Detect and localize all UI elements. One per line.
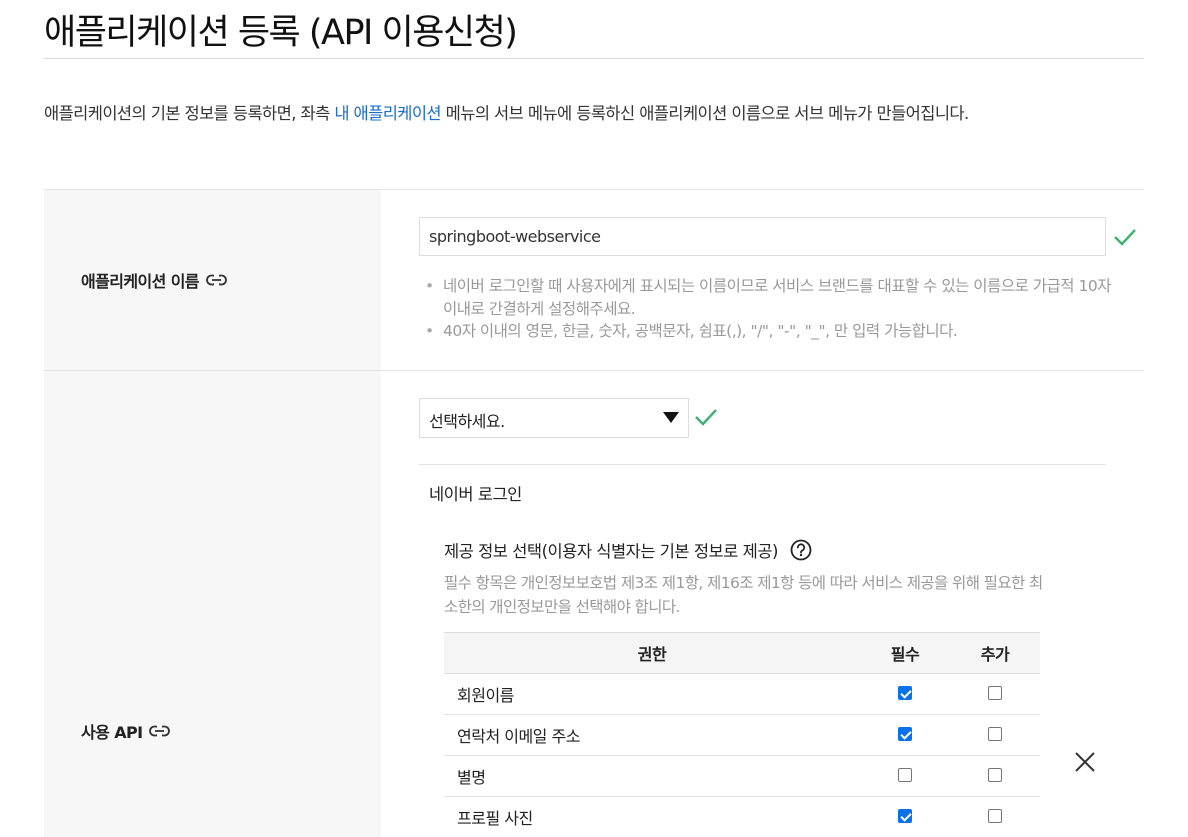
header-required: 필수 <box>890 645 920 664</box>
header-permission: 권한 <box>637 645 667 664</box>
link-icon[interactable] <box>206 274 227 286</box>
link-icon[interactable] <box>149 725 171 737</box>
permission-name: 별명 <box>444 755 860 797</box>
provision-title: 제공 정보 선택(이용자 식별자는 기본 정보로 제공) <box>444 538 812 562</box>
api-divider <box>419 464 1106 465</box>
table-row: 별명 <box>444 755 1040 797</box>
permission-table: 권한 필수 추가 회원이름 연락처 이메일 주소 별명 프로필 사진 <box>444 632 1040 837</box>
caret-down-icon <box>663 412 679 423</box>
required-checkbox[interactable] <box>898 768 912 782</box>
app-name-label-cell: 애플리케이션 이름 <box>44 190 381 370</box>
close-icon[interactable] <box>1074 751 1096 773</box>
hint-item: 40자 이내의 영문, 한글, 숫자, 공백문자, 쉼표(,), "/", "-… <box>425 320 1115 343</box>
api-select[interactable]: 선택하세요. <box>419 398 689 438</box>
page-intro: 애플리케이션의 기본 정보를 등록하면, 좌측 내 애플리케이션 메뉴의 서브 … <box>44 97 1144 131</box>
required-checkbox[interactable] <box>898 686 912 700</box>
title-divider <box>44 58 1144 59</box>
api-label-text: 사용 API <box>81 723 143 742</box>
app-name-label: 애플리케이션 이름 <box>81 268 227 292</box>
intro-text-before: 애플리케이션의 기본 정보를 등록하면, 좌측 <box>44 104 335 123</box>
table-header-row: 권한 필수 추가 <box>444 632 1040 674</box>
table-row: 프로필 사진 <box>444 796 1040 837</box>
app-name-input[interactable] <box>419 217 1106 256</box>
my-applications-link[interactable]: 내 애플리케이션 <box>334 104 441 123</box>
app-name-label-text: 애플리케이션 이름 <box>81 272 200 291</box>
provision-description: 필수 항목은 개인정보보호법 제3조 제1항, 제16조 제1항 등에 따라 서… <box>444 574 1043 616</box>
check-icon <box>695 409 717 426</box>
optional-checkbox[interactable] <box>988 768 1002 782</box>
header-optional: 추가 <box>980 645 1010 664</box>
question-circle-icon[interactable] <box>790 539 812 561</box>
permission-name: 프로필 사진 <box>444 796 860 837</box>
required-checkbox[interactable] <box>898 809 912 823</box>
selected-api-name: 네이버 로그인 <box>429 485 522 504</box>
required-checkbox[interactable] <box>898 727 912 741</box>
hint-item: 네이버 로그인할 때 사용자에게 표시되는 이름이므로 서비스 브랜드를 대표할… <box>425 275 1115 320</box>
api-select-value: 선택하세요. <box>429 412 505 431</box>
table-row: 회원이름 <box>444 673 1040 715</box>
check-icon <box>1114 229 1136 246</box>
provision-title-text: 제공 정보 선택(이용자 식별자는 기본 정보로 제공) <box>444 542 778 561</box>
intro-text-after: 메뉴의 서브 메뉴에 등록하신 애플리케이션 이름으로 서브 메뉴가 만들어집니… <box>441 104 970 123</box>
api-label-cell: 사용 API <box>44 371 381 837</box>
page-title: 애플리케이션 등록 (API 이용신청) <box>44 13 518 53</box>
optional-checkbox[interactable] <box>988 809 1002 823</box>
permission-name: 연락처 이메일 주소 <box>444 714 860 756</box>
optional-checkbox[interactable] <box>988 686 1002 700</box>
api-label: 사용 API <box>81 719 171 743</box>
optional-checkbox[interactable] <box>988 727 1002 741</box>
table-row: 연락처 이메일 주소 <box>444 714 1040 756</box>
permission-name: 회원이름 <box>444 673 860 715</box>
app-name-hints: 네이버 로그인할 때 사용자에게 표시되는 이름이므로 서비스 브랜드를 대표할… <box>425 275 1115 343</box>
